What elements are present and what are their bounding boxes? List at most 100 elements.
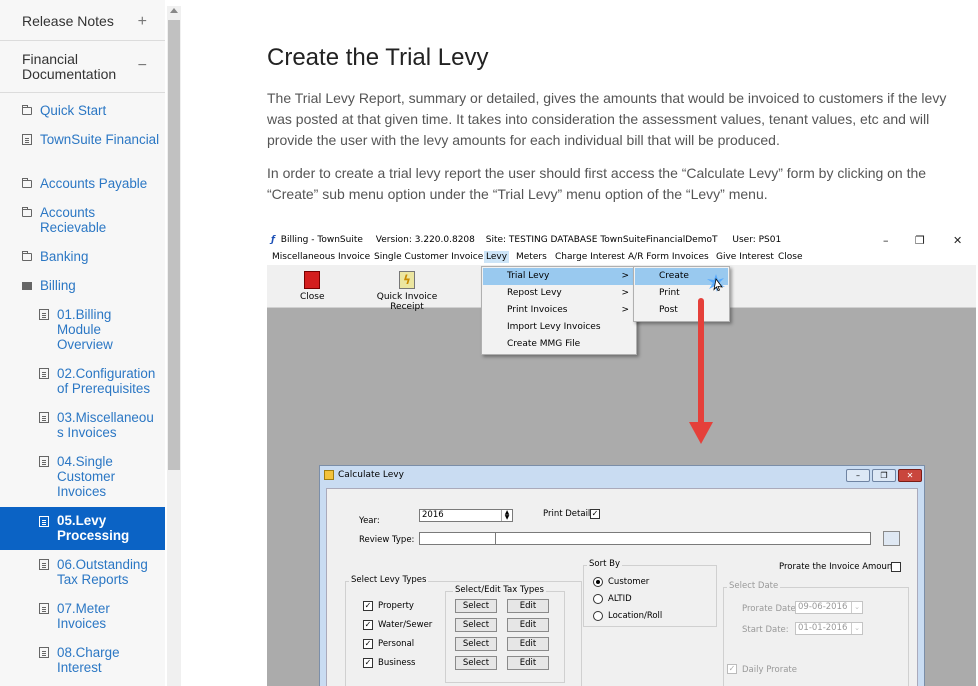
article-paragraph: In order to create a trial levy report t… [267, 165, 927, 202]
group-title: Select Date [727, 581, 781, 591]
sidebar-item-billing-overview[interactable]: 01.Billing Module Overview [0, 307, 165, 353]
menu-miscellaneous-invoice[interactable]: Miscellaneous Invoice [272, 251, 370, 263]
sidebar-section-release-notes[interactable]: Release Notes + [0, 0, 165, 41]
sort-option-label: Location/Roll [608, 611, 663, 621]
toolbar-close-button[interactable]: Close [300, 271, 325, 302]
sidebar-item-label: Billing [40, 278, 76, 293]
toolbar-button-label: Quick Invoice Receipt [376, 292, 438, 312]
scrollbar-thumb[interactable] [168, 20, 180, 470]
menu-give-interest[interactable]: Give Interest [716, 251, 774, 263]
sort-customer-radio[interactable] [593, 577, 603, 587]
app-name: Billing - TownSuite [280, 235, 363, 245]
sidebar-item-quick-start[interactable]: Quick Start [0, 103, 165, 119]
review-type-label: Review Type: [359, 535, 415, 545]
prorate-date-field[interactable]: 09-06-2016 ⌄ [795, 601, 863, 614]
app-version: Version: 3.220.0.8208 [375, 235, 475, 245]
chevron-down-icon[interactable]: ⌄ [851, 623, 862, 634]
review-type-code-field[interactable] [419, 532, 496, 545]
year-value: 2016 [422, 510, 444, 520]
group-title: Select Levy Types [349, 575, 429, 585]
menu-ar-form-invoices[interactable]: A/R Form Invoices [628, 251, 709, 263]
document-icon [39, 412, 49, 423]
collapse-icon[interactable]: − [138, 57, 147, 75]
sort-altid-radio[interactable] [593, 594, 603, 604]
scroll-up-arrow-icon[interactable] [170, 8, 178, 13]
levy-type-business-checkbox[interactable]: ✓ [363, 658, 373, 668]
menu-item-post[interactable]: Post [635, 302, 728, 319]
sidebar-item-configuration-prerequisites[interactable]: 02.Configuration of Prerequisites [0, 366, 165, 398]
select-water-sewer-button[interactable]: Select [455, 618, 497, 632]
sidebar-section-financial-documentation[interactable]: Financial Documentation − [0, 41, 165, 93]
sidebar-item-accounts-recievable[interactable]: Accounts Recievable [0, 205, 165, 237]
menu-item-label: Print Invoices [507, 305, 568, 315]
select-personal-button[interactable]: Select [455, 637, 497, 651]
sidebar-item-label: 04.Single Customer Invoices [57, 454, 116, 499]
sidebar-item-levy-processing[interactable]: 05.Levy Processing [0, 507, 165, 550]
app-site: Site: TESTING DATABASE TownSuiteFinancia… [485, 235, 718, 245]
dialog-minimize-icon[interactable]: – [846, 469, 870, 482]
menu-charge-interest[interactable]: Charge Interest [555, 251, 625, 263]
sidebar-item-billing[interactable]: Billing [0, 278, 165, 294]
restore-icon[interactable]: ❐ [915, 232, 925, 249]
daily-prorate-checkbox[interactable]: ✓ [727, 664, 737, 674]
menu-levy[interactable]: Levy [484, 251, 510, 263]
dialog-close-icon[interactable]: ✕ [898, 469, 922, 482]
year-label: Year: [359, 516, 380, 526]
minimize-icon[interactable]: – [883, 232, 889, 249]
levy-type-property-checkbox[interactable]: ✓ [363, 601, 373, 611]
article-paragraph: The Trial Levy Report, summary or detail… [267, 90, 947, 148]
chevron-down-icon[interactable]: ⌄ [851, 602, 862, 613]
sidebar-item-miscellaneous-invoices[interactable]: 03.Miscellaneous Invoices [0, 410, 165, 442]
document-icon [39, 516, 49, 527]
print-detail-checkbox[interactable]: ✓ [590, 509, 600, 519]
menu-close[interactable]: Close [778, 251, 803, 263]
menu-item-import-levy-invoices[interactable]: Import Levy Invoices [483, 319, 635, 336]
prorate-date-value: 09-06-2016 [798, 602, 848, 612]
folder-icon [22, 207, 32, 217]
menu-single-customer-invoice[interactable]: Single Customer Invoice [374, 251, 483, 263]
document-icon [22, 134, 32, 145]
select-business-button[interactable]: Select [455, 656, 497, 670]
levy-type-personal-checkbox[interactable]: ✓ [363, 639, 373, 649]
menu-meters[interactable]: Meters [516, 251, 547, 263]
close-icon[interactable]: ✕ [953, 232, 962, 249]
year-stepper[interactable]: 2016 ▲ ▼ [419, 509, 513, 522]
edit-property-button[interactable]: Edit [507, 599, 549, 613]
menu-item-repost-levy[interactable]: Repost Levy > [483, 285, 635, 302]
sidebar-item-label: Accounts Payable [40, 176, 148, 191]
toolbar-quick-invoice-receipt-button[interactable]: ϟ Quick Invoice Receipt [365, 271, 449, 312]
sidebar-item-label: Banking [40, 249, 89, 264]
menu-item-trial-levy[interactable]: Trial Levy > [483, 268, 635, 285]
expand-icon[interactable]: + [138, 13, 147, 31]
sidebar-item-banking[interactable]: Banking [0, 249, 165, 265]
sidebar-item-charge-interest[interactable]: 08.Charge Interest [0, 645, 165, 677]
sort-option-label: ALTID [608, 594, 632, 604]
select-property-button[interactable]: Select [455, 599, 497, 613]
levy-type-water-sewer-checkbox[interactable]: ✓ [363, 620, 373, 630]
menu-item-create-mmg-file[interactable]: Create MMG File [483, 336, 635, 353]
sidebar-item-outstanding-tax-reports[interactable]: 06.Outstanding Tax Reports [0, 557, 165, 589]
dialog-restore-icon[interactable]: ❐ [872, 469, 896, 482]
prorate-invoice-checkbox[interactable] [891, 562, 901, 572]
edit-water-sewer-button[interactable]: Edit [507, 618, 549, 632]
edit-business-button[interactable]: Edit [507, 656, 549, 670]
levy-dropdown-menu: Trial Levy > Repost Levy > Print Invoice… [481, 266, 637, 355]
menu-item-print-invoices[interactable]: Print Invoices > [483, 302, 635, 319]
review-type-description-field[interactable] [495, 532, 871, 545]
sidebar-item-label: Quick Start [40, 103, 107, 118]
sidebar-item-meter-invoices[interactable]: 07.Meter Invoices [0, 601, 165, 633]
menu-item-label: Trial Levy [507, 271, 550, 281]
review-type-lookup-icon[interactable] [883, 531, 900, 546]
sidebar-item-label: 03.Miscellaneous Invoices [57, 410, 154, 440]
sidebar-item-accounts-payable[interactable]: Accounts Payable [0, 176, 165, 192]
start-date-field[interactable]: 01-01-2016 ⌄ [795, 622, 863, 635]
red-arrow-shaft [698, 298, 704, 426]
sidebar-item-townsuite-financial[interactable]: TownSuite Financial [0, 132, 165, 164]
spinner-arrows-icon[interactable]: ▲ ▼ [501, 510, 512, 521]
sidebar-item-single-customer-invoices[interactable]: 04.Single Customer Invoices [0, 454, 165, 500]
sort-location-roll-radio[interactable] [593, 611, 603, 621]
edit-personal-button[interactable]: Edit [507, 637, 549, 651]
red-arrow-head-icon [689, 422, 713, 444]
document-icon [39, 647, 49, 658]
sidebar-scrollbar[interactable] [167, 6, 181, 686]
